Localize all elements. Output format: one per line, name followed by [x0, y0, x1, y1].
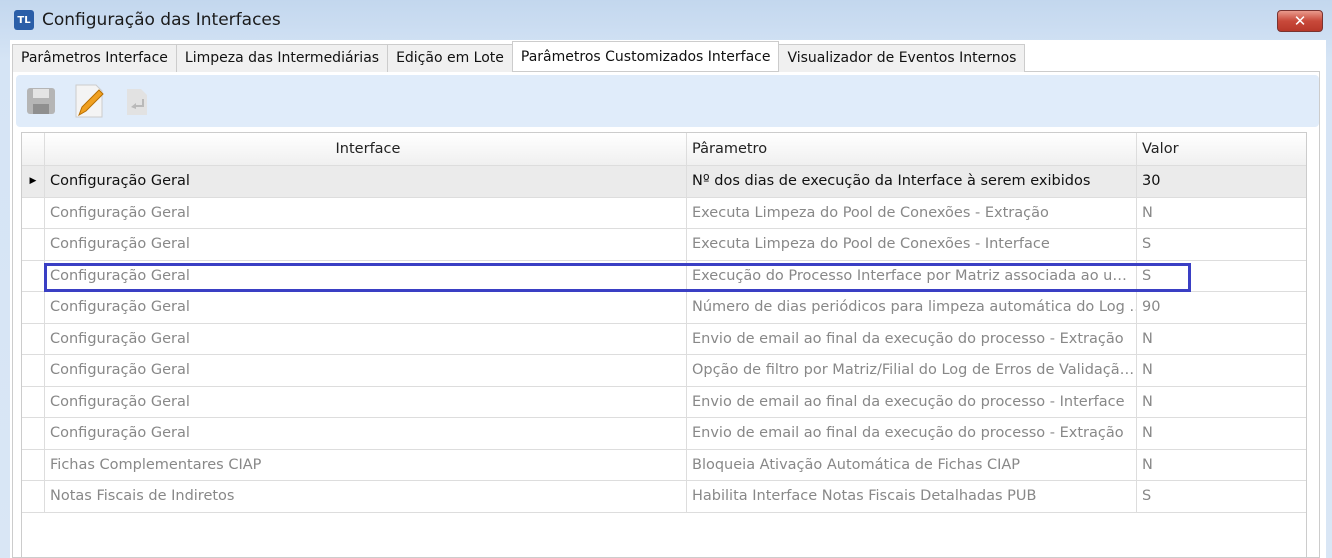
cell-valor[interactable]: S — [1137, 261, 1306, 292]
toolbar — [16, 75, 1319, 127]
current-row-arrow-icon[interactable]: ▶ — [22, 166, 45, 197]
cell-parametro[interactable]: Bloqueia Ativação Automática de Fichas C… — [687, 449, 1137, 480]
tab-parametros-customizados[interactable]: Parâmetros Customizados Interface — [511, 41, 780, 70]
row-header[interactable] — [22, 323, 45, 354]
row-header[interactable] — [22, 229, 45, 260]
tab-bar: Parâmetros Interface Limpeza das Interme… — [12, 41, 1026, 72]
table-row[interactable]: Configuração Geral Número de dias periód… — [22, 292, 1306, 324]
close-button[interactable]: ✕ — [1277, 10, 1323, 32]
cell-parametro[interactable]: Nº dos dias de execução da Interface à s… — [687, 166, 1137, 197]
column-header-interface[interactable]: Interface — [45, 133, 687, 165]
cell-parametro[interactable]: Envio de email ao final da execução do p… — [687, 386, 1137, 417]
cell-valor[interactable]: N — [1137, 355, 1306, 386]
undo-icon — [127, 89, 147, 115]
cell-interface[interactable]: Configuração Geral — [45, 166, 687, 197]
parameters-grid: Interface Pârametro Valor ▶ Configuração… — [21, 132, 1307, 558]
tab-limpeza-intermediarias[interactable]: Limpeza das Intermediárias — [175, 44, 389, 72]
cell-interface[interactable]: Configuração Geral — [45, 260, 687, 291]
column-header-valor[interactable]: Valor — [1137, 133, 1306, 165]
table-row[interactable]: Fichas Complementares CIAP Bloqueia Ativ… — [22, 449, 1306, 481]
edit-icon — [75, 84, 104, 118]
save-button[interactable] — [24, 84, 58, 118]
cell-interface[interactable]: Configuração Geral — [45, 386, 687, 417]
cell-parametro[interactable]: Envio de email ao final da execução do p… — [687, 418, 1137, 449]
table-row[interactable]: Configuração Geral Executa Limpeza do Po… — [22, 229, 1306, 261]
app-logo-icon: TL — [14, 10, 34, 30]
cell-parametro[interactable]: Habilita Interface Notas Fiscais Detalha… — [687, 481, 1137, 512]
cell-parametro[interactable]: Executa Limpeza do Pool de Conexões - Ex… — [687, 197, 1137, 228]
cell-valor[interactable]: S — [1137, 481, 1306, 512]
close-icon: ✕ — [1293, 12, 1307, 30]
cell-interface[interactable]: Configuração Geral — [45, 197, 687, 228]
table-row[interactable]: Configuração Geral Opção de filtro por M… — [22, 355, 1306, 387]
cell-interface[interactable]: Configuração Geral — [45, 229, 687, 260]
table-row[interactable]: Configuração Geral Envio de email ao fin… — [22, 323, 1306, 355]
row-header[interactable] — [22, 481, 45, 512]
window-title-bar: TL Configuração das Interfaces — [14, 10, 281, 30]
cell-valor[interactable]: N — [1137, 324, 1306, 355]
grid-header: Interface Pârametro Valor — [22, 133, 1306, 166]
table-row[interactable]: ▶ Configuração Geral Nº dos dias de exec… — [22, 166, 1306, 198]
cell-parametro[interactable]: Executa Limpeza do Pool de Conexões - In… — [687, 229, 1137, 260]
cell-interface[interactable]: Configuração Geral — [45, 418, 687, 449]
cell-parametro[interactable]: Envio de email ao final da execução do p… — [687, 323, 1137, 354]
cell-valor[interactable]: N — [1137, 450, 1306, 481]
save-icon — [27, 88, 55, 114]
cell-interface[interactable]: Configuração Geral — [45, 323, 687, 354]
table-row[interactable]: Configuração Geral Envio de email ao fin… — [22, 418, 1306, 450]
cell-valor[interactable]: 30 — [1137, 166, 1306, 197]
undo-button[interactable] — [120, 84, 154, 118]
cell-interface[interactable]: Configuração Geral — [45, 292, 687, 323]
cell-valor[interactable]: S — [1137, 229, 1306, 260]
cell-parametro[interactable]: Número de dias periódicos para limpeza a… — [687, 292, 1137, 323]
cell-valor[interactable]: N — [1137, 418, 1306, 449]
table-row[interactable]: Notas Fiscais de Indiretos Habilita Inte… — [22, 481, 1306, 513]
row-header[interactable] — [22, 418, 45, 449]
table-row[interactable]: Configuração Geral Execução do Processo … — [22, 260, 1306, 292]
cell-valor[interactable]: N — [1137, 387, 1306, 418]
cell-interface[interactable]: Configuração Geral — [45, 355, 687, 386]
tab-parametros-interface[interactable]: Parâmetros Interface — [12, 44, 177, 72]
tab-visualizador-eventos[interactable]: Visualizador de Eventos Internos — [778, 44, 1026, 72]
row-header[interactable] — [22, 292, 45, 323]
row-header-corner — [22, 133, 45, 165]
edit-button[interactable] — [72, 84, 106, 118]
cell-valor[interactable]: N — [1137, 198, 1306, 229]
window-title: Configuração das Interfaces — [42, 10, 281, 30]
cell-valor[interactable]: 90 — [1137, 292, 1306, 323]
table-row[interactable]: Configuração Geral Envio de email ao fin… — [22, 386, 1306, 418]
table-row[interactable]: Configuração Geral Executa Limpeza do Po… — [22, 197, 1306, 229]
row-header[interactable] — [22, 355, 45, 386]
cell-interface[interactable]: Fichas Complementares CIAP — [45, 449, 687, 480]
cell-interface[interactable]: Notas Fiscais de Indiretos — [45, 481, 687, 512]
cell-parametro[interactable]: Opção de filtro por Matriz/Filial do Log… — [687, 355, 1137, 386]
tab-edicao-lote[interactable]: Edição em Lote — [387, 44, 513, 72]
cell-parametro[interactable]: Execução do Processo Interface por Matri… — [687, 260, 1137, 291]
row-header[interactable] — [22, 197, 45, 228]
column-header-parametro[interactable]: Pârametro — [687, 133, 1137, 165]
row-header[interactable] — [22, 386, 45, 417]
row-header[interactable] — [22, 449, 45, 480]
row-header[interactable] — [22, 260, 45, 291]
